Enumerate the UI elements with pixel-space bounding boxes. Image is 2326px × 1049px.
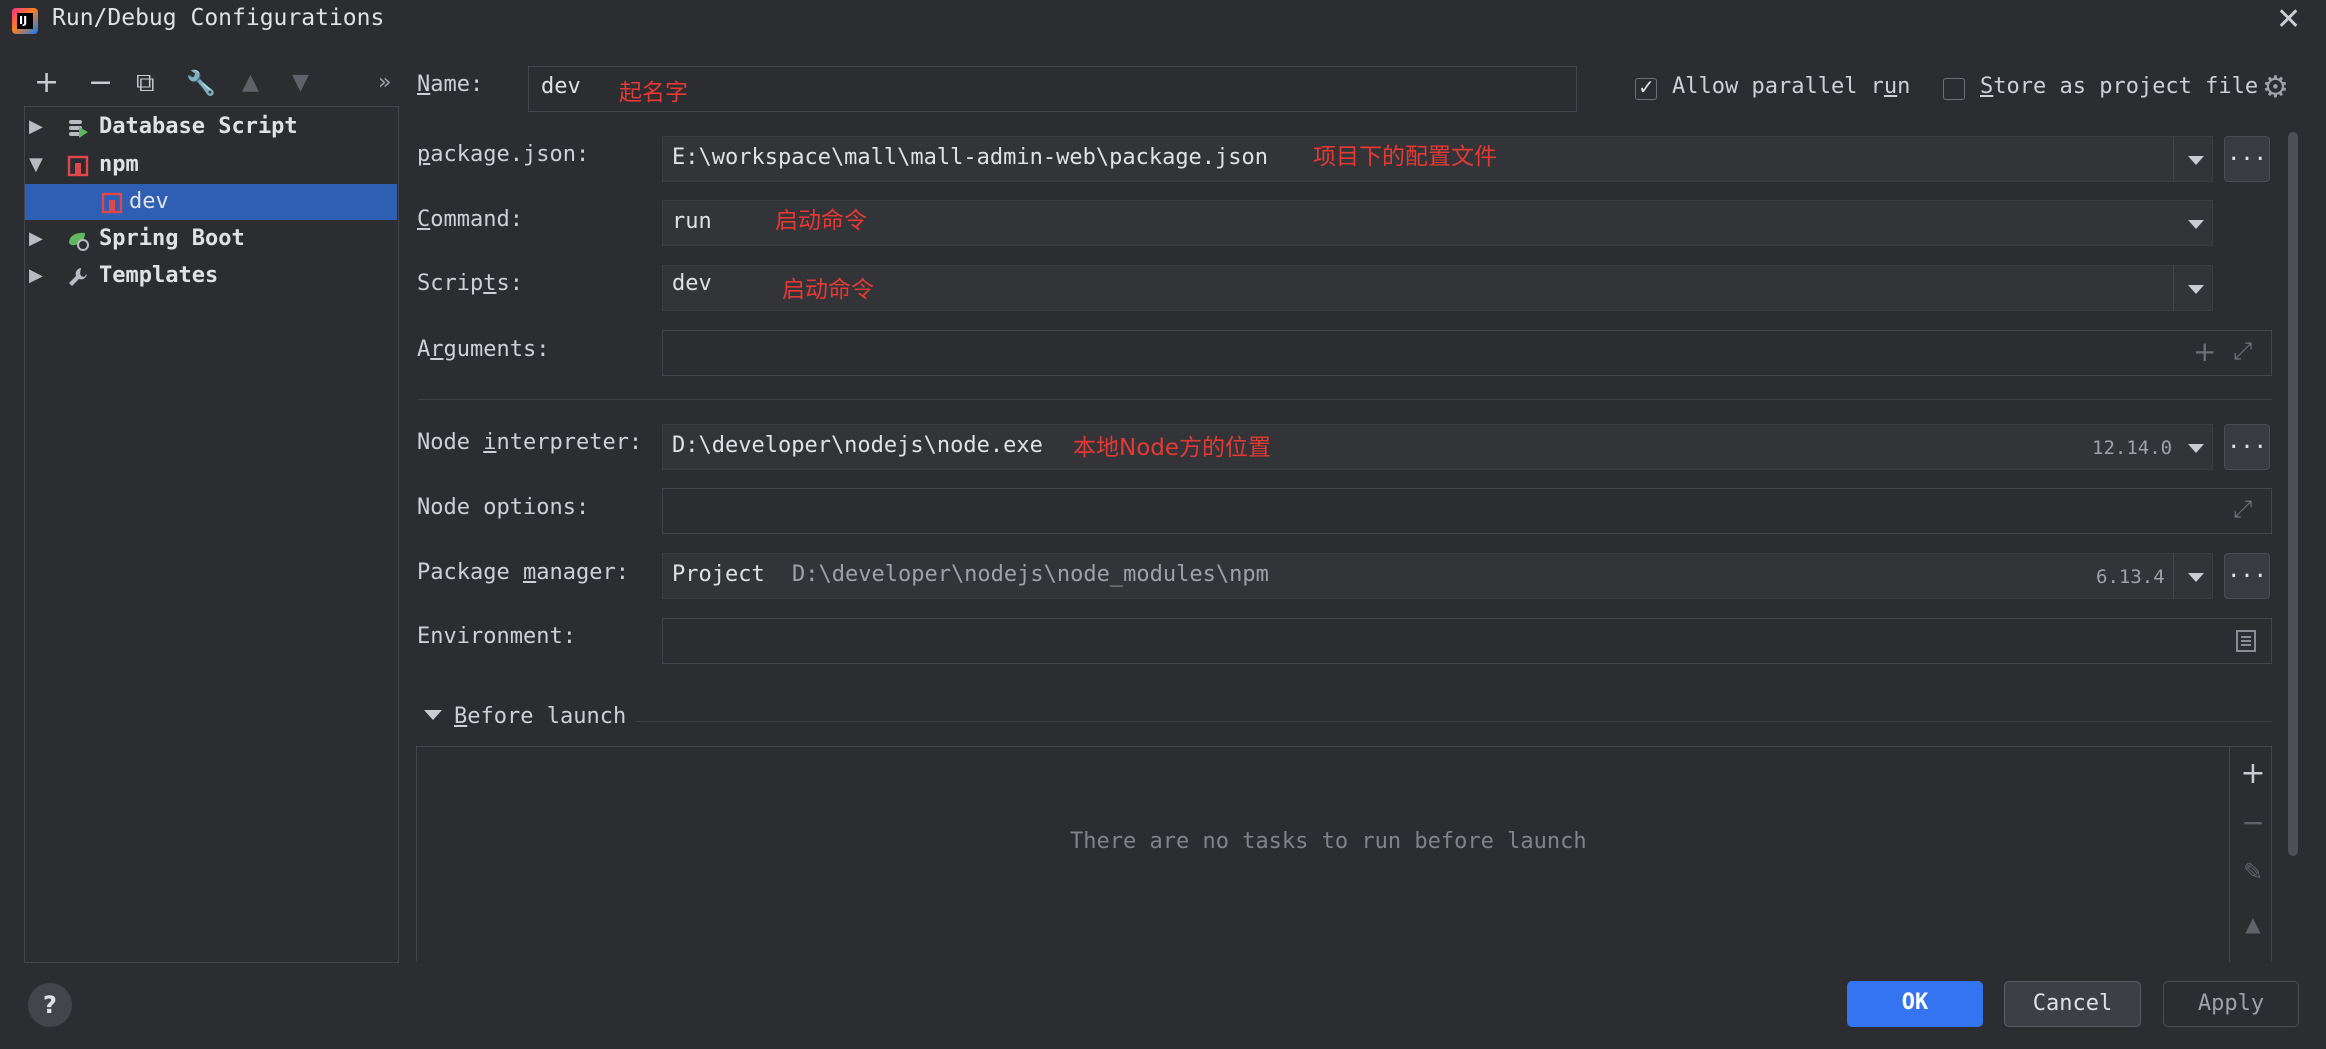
intellij-app-icon: IJ — [12, 8, 38, 34]
close-icon[interactable]: ✕ — [2276, 2, 2301, 37]
chevron-down-icon[interactable] — [2174, 425, 2214, 469]
edit-task-pencil-icon[interactable]: ✎ — [2233, 858, 2273, 886]
tree-item-templates[interactable]: ▶ Templates — [25, 258, 398, 294]
tree-item-label: Spring Boot — [99, 226, 245, 251]
gear-icon[interactable]: ⚙ — [2262, 70, 2289, 105]
chevron-down-icon[interactable] — [2174, 201, 2214, 245]
command-annotation: 启动命令 — [775, 208, 867, 234]
tree-item-npm[interactable]: ▼ npm — [25, 147, 398, 183]
remove-task-icon[interactable]: − — [2233, 806, 2273, 839]
scripts-combobox[interactable]: dev 启动命令 — [662, 265, 2213, 311]
move-up-icon[interactable]: ▲ — [242, 66, 259, 100]
before-launch-collapse-icon[interactable] — [424, 710, 442, 720]
move-down-icon[interactable]: ▼ — [292, 66, 309, 100]
wrench-icon — [69, 268, 87, 286]
scripts-annotation: 启动命令 — [782, 277, 874, 303]
browse-package-json-button[interactable]: ... — [2224, 136, 2270, 182]
copy-configuration-icon[interactable]: ⧉ — [136, 66, 155, 100]
name-value: dev — [541, 74, 581, 99]
tree-item-spring-boot[interactable]: ▶ Spring Boot — [25, 221, 398, 257]
help-button[interactable]: ? — [28, 983, 72, 1027]
ok-button[interactable]: OK — [1847, 981, 1983, 1027]
store-as-project-file-label: Store as project file — [1980, 74, 2259, 99]
scrollbar-thumb[interactable] — [2288, 132, 2298, 856]
expand-icon[interactable]: ⤢ — [2233, 337, 2252, 365]
empty-tasks-text: There are no tasks to run before launch — [1070, 829, 1587, 854]
add-argument-icon[interactable]: + — [2193, 335, 2216, 368]
npm-icon — [101, 192, 123, 214]
before-launch-task-list: There are no tasks to run before launch — [416, 746, 2272, 962]
tree-item-label: Templates — [99, 263, 219, 288]
chevron-down-icon[interactable] — [2174, 137, 2214, 181]
chevron-down-icon[interactable] — [2174, 266, 2214, 310]
name-label: Name: — [417, 72, 484, 97]
arguments-label: Arguments: — [417, 337, 550, 362]
command-label: Command: — [417, 207, 523, 232]
npm-icon — [67, 155, 89, 177]
tree-item-label: npm — [99, 152, 139, 177]
tree-item-label: dev — [129, 189, 169, 214]
before-launch-title[interactable]: Before launch — [454, 704, 626, 729]
node-options-label: Node options: — [417, 495, 590, 520]
environment-input[interactable] — [662, 618, 2272, 664]
node-interpreter-combobox[interactable]: D:\developer\nodejs\node.exe 本地Node方的位置 … — [662, 424, 2213, 470]
spring-boot-icon — [69, 232, 89, 251]
allow-parallel-run-checkbox[interactable] — [1635, 75, 1657, 100]
scripts-value: dev — [672, 271, 712, 296]
package-json-annotation: 项目下的配置文件 — [1313, 144, 1497, 170]
command-value: run — [672, 209, 712, 234]
expand-arrow-icon[interactable]: ▶ — [29, 221, 43, 257]
package-manager-path: D:\developer\nodejs\node_modules\npm — [792, 562, 1269, 587]
npm-version: 6.13.4 — [2096, 566, 2165, 588]
arguments-input[interactable]: + ⤢ — [662, 330, 2272, 376]
edit-defaults-wrench-icon[interactable]: 🔧 — [186, 66, 216, 100]
package-manager-combobox[interactable]: Project D:\developer\nodejs\node_modules… — [662, 553, 2213, 599]
browse-package-manager-button[interactable]: ... — [2224, 553, 2270, 599]
node-interpreter-value: D:\developer\nodejs\node.exe — [672, 433, 1043, 458]
add-task-icon[interactable]: + — [2233, 756, 2273, 791]
environment-label: Environment: — [417, 624, 576, 649]
package-json-combobox[interactable]: E:\workspace\mall\mall-admin-web\package… — [662, 136, 2213, 182]
apply-button[interactable]: Apply — [2163, 981, 2299, 1027]
name-annotation: 起名字 — [619, 80, 688, 106]
edit-environment-icon[interactable] — [2235, 629, 2257, 653]
package-manager-label: Package manager: — [417, 560, 629, 585]
remove-configuration-icon[interactable]: − — [88, 66, 113, 100]
command-combobox[interactable]: run 启动命令 — [662, 200, 2213, 246]
allow-parallel-run-label: Allow parallel run — [1672, 74, 1911, 99]
node-interpreter-label: Node interpreter: — [417, 430, 643, 455]
add-configuration-icon[interactable]: + — [34, 66, 59, 100]
more-actions-icon[interactable]: » — [378, 66, 391, 100]
package-json-label: package.json: — [417, 142, 590, 167]
chevron-down-icon[interactable] — [2174, 554, 2214, 598]
browse-node-interpreter-button[interactable]: ... — [2224, 424, 2270, 470]
section-divider — [417, 399, 2272, 400]
before-launch-divider — [636, 721, 2272, 722]
node-version: 12.14.0 — [2092, 437, 2173, 459]
expand-arrow-icon[interactable]: ▶ — [29, 109, 43, 145]
collapse-arrow-icon[interactable]: ▼ — [29, 147, 43, 183]
tree-item-database-script[interactable]: ▶ Database Script — [25, 109, 398, 145]
tree-item-dev[interactable]: dev — [25, 184, 397, 220]
tree-item-label: Database Script — [99, 114, 298, 139]
expand-icon[interactable]: ⤢ — [2233, 495, 2252, 523]
expand-arrow-icon[interactable]: ▶ — [29, 258, 43, 294]
package-manager-project: Project — [672, 562, 765, 587]
database-script-icon — [69, 120, 88, 138]
node-options-input[interactable]: ⤢ — [662, 488, 2272, 534]
node-interpreter-annotation: 本地Node方的位置 — [1073, 435, 1272, 461]
move-task-up-icon[interactable]: ▲ — [2233, 912, 2273, 936]
store-as-project-file-checkbox[interactable] — [1943, 78, 1965, 100]
package-json-value: E:\workspace\mall\mall-admin-web\package… — [672, 145, 1269, 170]
cancel-button[interactable]: Cancel — [2004, 981, 2141, 1027]
name-input[interactable]: dev 起名字 — [528, 66, 1577, 112]
scripts-label: Scripts: — [417, 271, 523, 296]
window-title: Run/Debug Configurations — [52, 5, 385, 31]
